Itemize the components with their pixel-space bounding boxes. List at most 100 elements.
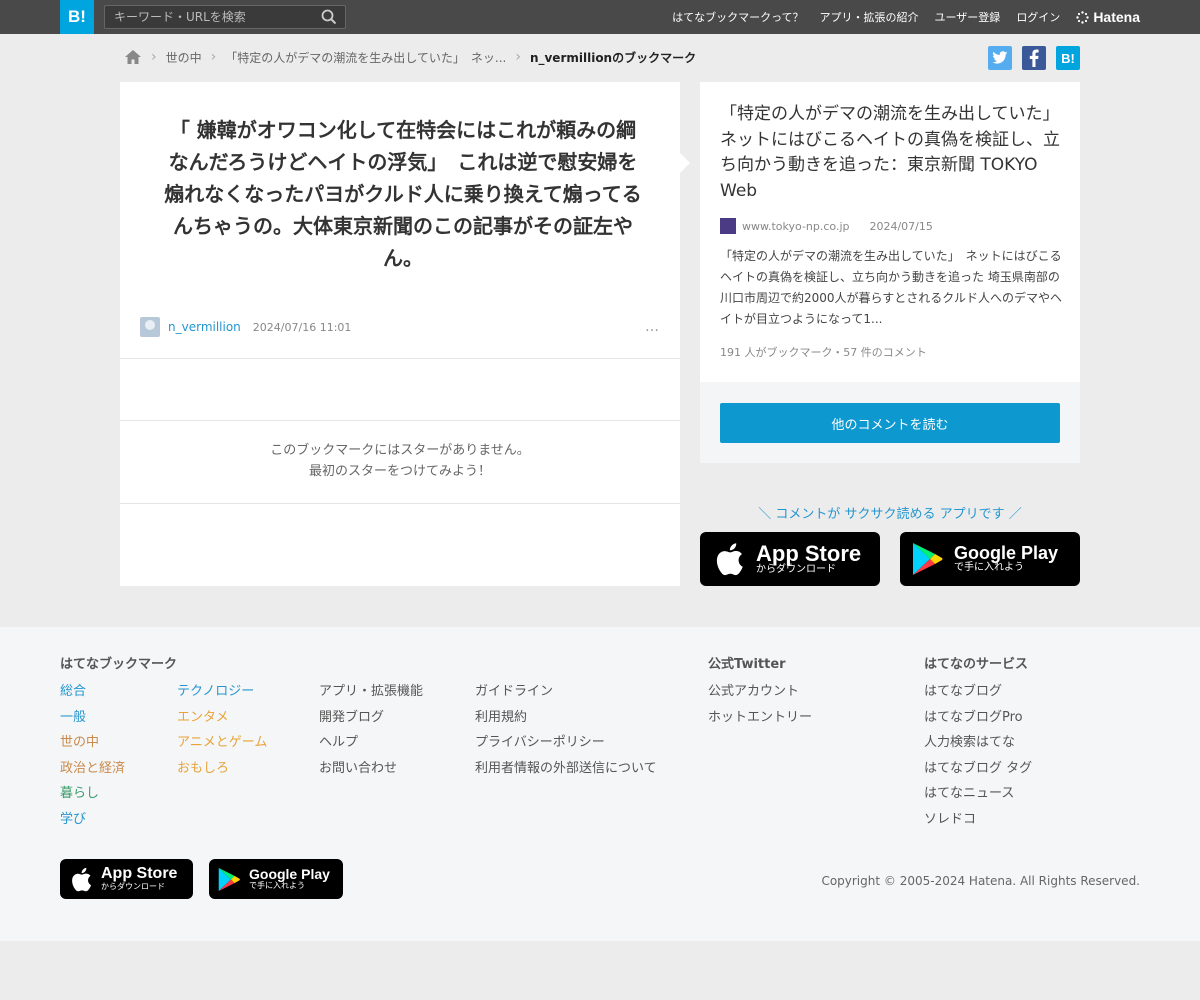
footer-link[interactable]: ソレドコ [924, 807, 1032, 833]
search-input[interactable] [105, 6, 315, 28]
app-store-title: App Store [756, 541, 862, 567]
footer-link[interactable]: はてなブログPro [924, 705, 1032, 731]
article-summary: 「特定の人がデマの潮流を生み出していた」 ネットにはびこるヘイトの真偽を検証し、… [720, 249, 1062, 326]
top-header: B! はてなブックマークって？ アプリ・拡張の紹介 ユーザー登録 ログイン Ha… [0, 0, 1200, 34]
article-source: www.tokyo-np.co.jp 2024/07/15 [720, 218, 933, 234]
footer-link[interactable]: 利用規約 [475, 705, 657, 731]
footer-category-link[interactable]: 総合 [60, 679, 125, 705]
footer-app-store-badge[interactable]: App Store からダウンロード [60, 859, 193, 899]
footer-heading-services: はてなのサービス [924, 657, 1029, 672]
footer-category-link[interactable]: エンタメ [177, 705, 267, 731]
more-options-icon[interactable]: … [645, 319, 660, 335]
footer-category-link[interactable]: 世の中 [60, 730, 125, 756]
comment-meta: n_vermillion 2024/07/16 11:01 … [140, 316, 660, 338]
footer-app-store-subtitle: からダウンロード [101, 882, 165, 892]
app-store-subtitle: からダウンロード [756, 564, 836, 576]
home-icon[interactable] [124, 49, 142, 65]
footer-category-link[interactable]: 学び [60, 807, 125, 833]
hatena-brand-link[interactable]: Hatena [1076, 9, 1140, 25]
card-pointer [680, 153, 690, 173]
chevron-right-icon: › [210, 49, 217, 65]
footer-link[interactable]: プライバシーポリシー [475, 730, 657, 756]
hatena-bookmark-logo[interactable]: B! [60, 0, 94, 34]
copyright: Copyright © 2005-2024 Hatena. All Rights… [821, 874, 1140, 888]
footer-link[interactable]: はてなブログ タグ [924, 756, 1032, 782]
google-play-badge[interactable]: Google Play で手に入れよう [900, 532, 1080, 586]
twitter-icon [992, 51, 1008, 64]
hatena-dots-icon [1076, 10, 1090, 24]
footer-google-play-badge[interactable]: Google Play で手に入れよう [209, 859, 343, 899]
nav-register[interactable]: ユーザー登録 [935, 9, 1001, 25]
nav-login[interactable]: ログイン [1016, 9, 1060, 25]
footer-heading-bookmark: はてなブックマーク [60, 657, 178, 672]
search-box [104, 5, 346, 29]
bookmark-counts[interactable]: 191 人がブックマーク・57 件のコメント [720, 344, 927, 360]
chevron-right-icon: › [515, 49, 521, 65]
divider [120, 503, 680, 504]
footer-twitter-links: 公式アカウント ホットエントリー [708, 679, 812, 730]
footer-link[interactable]: ヘルプ [319, 730, 423, 756]
footer-link[interactable]: ホットエントリー [708, 705, 812, 731]
read-other-comments-button[interactable]: 他のコメントを読む [720, 403, 1060, 443]
divider [120, 420, 680, 421]
app-store-badge[interactable]: App Store からダウンロード [700, 532, 880, 586]
apple-icon [716, 543, 743, 576]
footer-link[interactable]: 利用者情報の外部送信について [475, 756, 657, 782]
footer-category-link[interactable]: おもしろ [177, 756, 267, 782]
footer-app-store-title: App Store [101, 865, 178, 883]
top-nav: はてなブックマークって？ アプリ・拡張の紹介 ユーザー登録 ログイン Haten… [672, 0, 1140, 34]
article-card: 「特定の人がデマの潮流を生み出していた」 ネットにはびこるヘイトの真偽を検証し、… [700, 82, 1080, 382]
footer-link[interactable]: 公式アカウント [708, 679, 812, 705]
comment-datetime: 2024/07/16 11:01 [252, 320, 352, 334]
footer: はてなブックマーク 総合 一般 世の中 政治と経済 暮らし 学び テクノロジー エンタメ アニ… [0, 627, 1200, 941]
footer-categories-1: 総合 一般 世の中 政治と経済 暮らし 学び [60, 679, 125, 832]
footer-link[interactable]: お問い合わせ [319, 756, 423, 782]
bookmark-comment: 「 嫌韓がオワコン化して在特会にはこれが頼みの綱なんだろうけどヘイトの浮気」 こ… [164, 118, 642, 270]
footer-category-link[interactable]: テクノロジー [177, 679, 267, 705]
chevron-right-icon: › [151, 49, 157, 65]
footer-links-help: アプリ・拡張機能 開発ブログ ヘルプ お問い合わせ [319, 679, 423, 781]
hatena-brand-text: Hatena [1093, 9, 1140, 25]
article-title-link[interactable]: 「特定の人がデマの潮流を生み出していた」 ネットにはびこるヘイトの真偽を検証し、… [720, 102, 1068, 204]
google-play-icon [913, 543, 943, 575]
bookmark-comment-card: 「 嫌韓がオワコン化して在特会にはこれが頼みの綱なんだろうけどヘイトの浮気」 こ… [120, 82, 680, 586]
breadcrumb: › 世の中 › 「特定の人がデマの潮流を生み出していた」 ネッ... › n_v… [124, 46, 696, 68]
nav-about[interactable]: はてなブックマークって？ [672, 9, 803, 25]
footer-link[interactable]: はてなニュース [924, 781, 1032, 807]
username-link[interactable]: n_vermillion [168, 320, 241, 334]
footer-category-link[interactable]: アニメとゲーム [177, 730, 267, 756]
apple-icon [72, 867, 92, 891]
google-play-subtitle: で手に入れよう [954, 562, 1024, 574]
facebook-share-button[interactable] [1022, 46, 1046, 70]
app-promo-text: ＼ コメントが サクサク読める アプリです ／ [758, 507, 1022, 522]
no-stars-line2: 最初のスターをつけてみよう！ [308, 464, 491, 479]
footer-category-link[interactable]: 暮らし [60, 781, 125, 807]
read-comments-area: 他のコメントを読む [700, 382, 1080, 463]
no-stars-line1: このブックマークにはスターがありません。 [270, 443, 530, 458]
breadcrumb-entry[interactable]: 「特定の人がデマの潮流を生み出していた」 ネッ... [225, 49, 506, 66]
footer-link[interactable]: 開発ブログ [319, 705, 423, 731]
footer-link[interactable]: 人力検索はてな [924, 730, 1032, 756]
google-play-title: Google Play [954, 543, 1059, 564]
footer-services-links: はてなブログ はてなブログPro 人力検索はてな はてなブログ タグ はてなニュ… [924, 679, 1032, 832]
footer-category-link[interactable]: 一般 [60, 705, 125, 731]
twitter-share-button[interactable] [988, 46, 1012, 70]
avatar[interactable] [140, 317, 160, 337]
breadcrumb-category[interactable]: 世の中 [166, 49, 202, 66]
no-stars-message: このブックマークにはスターがありません。 最初のスターをつけてみよう！ [120, 440, 680, 482]
google-play-icon [218, 867, 240, 891]
article-date: 2024/07/15 [869, 219, 933, 233]
article-domain[interactable]: www.tokyo-np.co.jp [742, 220, 849, 233]
facebook-icon [1029, 49, 1039, 67]
search-icon[interactable] [321, 9, 337, 25]
footer-google-play-subtitle: で手に入れよう [249, 881, 305, 891]
hatena-bookmark-share-button[interactable]: B! [1056, 46, 1080, 70]
breadcrumb-current: n_vermillionのブックマーク [529, 50, 697, 65]
footer-link[interactable]: アプリ・拡張機能 [319, 679, 423, 705]
nav-apps[interactable]: アプリ・拡張の紹介 [820, 9, 919, 25]
footer-link[interactable]: ガイドライン [475, 679, 657, 705]
footer-category-link[interactable]: 政治と経済 [60, 756, 125, 782]
footer-categories-2: テクノロジー エンタメ アニメとゲーム おもしろ [177, 679, 267, 781]
site-favicon-icon [720, 218, 736, 234]
footer-link[interactable]: はてなブログ [924, 679, 1032, 705]
